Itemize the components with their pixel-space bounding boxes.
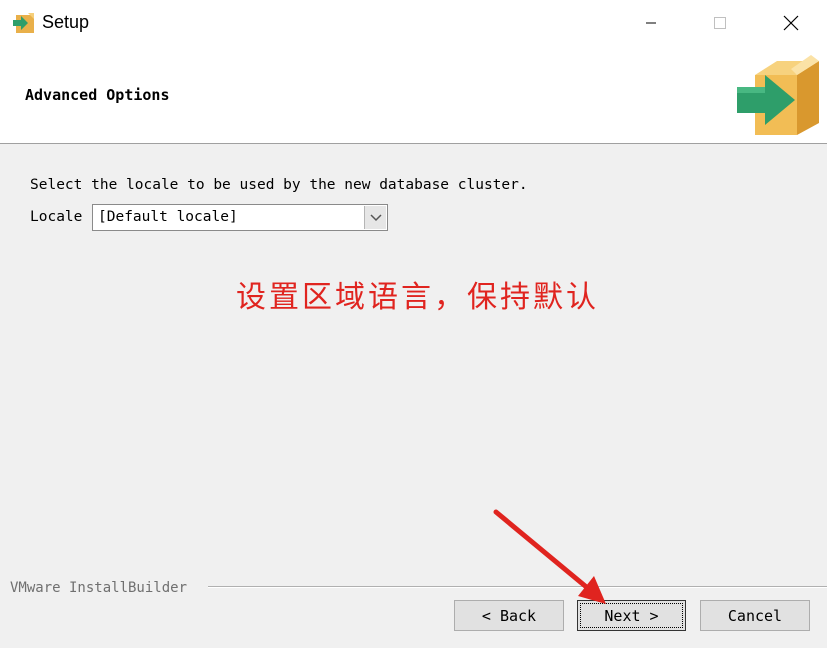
maximize-button[interactable] — [697, 0, 743, 46]
cancel-button[interactable]: Cancel — [700, 600, 810, 631]
minimize-icon — [646, 22, 656, 24]
app-icon — [13, 13, 34, 33]
locale-prompt: Select the locale to be used by the new … — [30, 177, 528, 193]
back-button[interactable]: < Back — [454, 600, 564, 631]
next-button[interactable]: Next > — [577, 600, 686, 631]
chevron-down-icon — [369, 213, 382, 221]
brand-label: VMware InstallBuilder — [10, 580, 188, 596]
footer-divider — [208, 586, 827, 588]
minimize-button[interactable] — [628, 0, 674, 46]
close-button[interactable] — [768, 0, 814, 46]
install-box-arrow-icon — [737, 55, 819, 135]
page-title: Advanced Options — [25, 86, 170, 104]
window-title: Setup — [42, 12, 90, 32]
locale-dropdown[interactable]: [Default locale] — [92, 204, 388, 231]
locale-label: Locale — [30, 209, 83, 225]
title-bar: Setup — [0, 0, 827, 46]
wizard-header: Advanced Options — [0, 46, 827, 144]
maximize-icon — [714, 17, 726, 29]
close-icon — [783, 15, 799, 31]
dropdown-toggle[interactable] — [364, 206, 386, 229]
annotation-text: 设置区域语言，保持默认 — [236, 280, 599, 315]
wizard-content: Select the locale to be used by the new … — [0, 144, 827, 584]
locale-selected-value: [Default locale] — [98, 209, 238, 225]
